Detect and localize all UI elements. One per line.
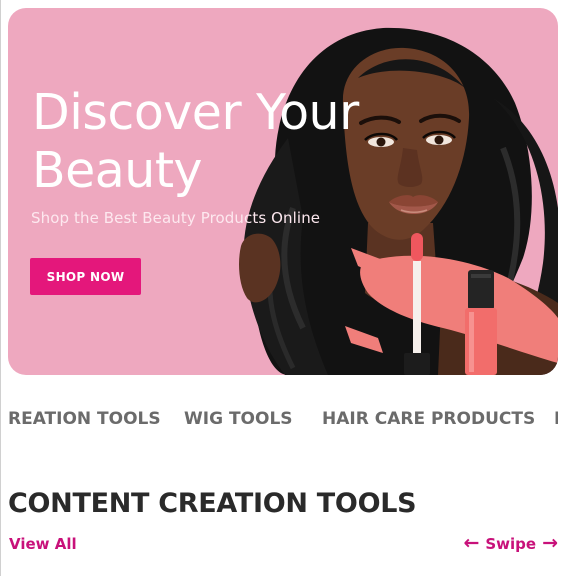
- hero-title: Discover Your Beauty: [32, 84, 359, 199]
- arrow-right-icon[interactable]: →: [542, 534, 558, 553]
- section-title: CONTENT CREATION TOOLS: [8, 488, 417, 519]
- swipe-control[interactable]: ← Swipe →: [463, 534, 558, 553]
- tab-hair-care-products[interactable]: HAIR CARE PRODUCTS: [322, 409, 535, 429]
- shop-now-button[interactable]: SHOP NOW: [30, 258, 141, 295]
- category-tabs: REATION TOOLS WIG TOOLS HAIR CARE PRODUC…: [8, 400, 558, 440]
- arrow-left-icon[interactable]: ←: [463, 534, 479, 553]
- view-all-link[interactable]: View All: [9, 535, 77, 553]
- swipe-label: Swipe: [485, 534, 537, 553]
- hero-subtitle: Shop the Best Beauty Products Online: [31, 209, 321, 227]
- page-edge: [0, 0, 1, 576]
- hero-banner: Discover Your Beauty Shop the Best Beaut…: [8, 8, 558, 375]
- tab-next-partial[interactable]: I: [554, 409, 558, 429]
- tab-wig-tools[interactable]: WIG TOOLS: [184, 409, 293, 429]
- tab-content-creation-tools[interactable]: REATION TOOLS: [8, 409, 161, 429]
